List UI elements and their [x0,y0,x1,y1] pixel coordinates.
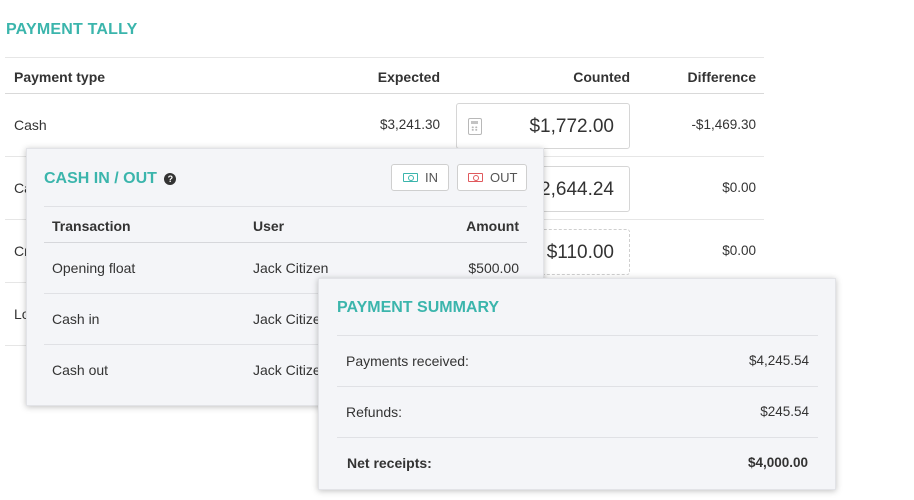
cash-in-label: IN [425,170,438,185]
header-difference: Difference [687,69,756,85]
summary-value: $245.54 [760,404,809,419]
payment-summary-table: Payments received: $4,245.54 Refunds: $2… [337,335,818,489]
counted-value: $110.00 [546,242,614,263]
summary-value: $4,245.54 [748,353,809,368]
counted-value: $1,772.00 [529,116,614,137]
calculator-icon[interactable] [468,118,482,135]
payment-summary-title: PAYMENT SUMMARY [337,299,500,316]
money-in-icon [403,173,418,182]
cash-out-label: OUT [490,170,518,185]
payment-summary-panel: PAYMENT SUMMARY Payments received: $4,24… [318,278,836,490]
transaction-name: Cash in [52,311,100,327]
header-counted: Counted [573,69,630,85]
transaction-amount: $500.00 [468,260,519,276]
summary-value: $4,000.00 [747,455,808,470]
difference-amount: $0.00 [722,180,756,195]
cash-in-out-title: CASH IN / OUT ? [44,170,177,188]
summary-row-refunds: Refunds: $245.54 [337,387,818,438]
cash-out-button[interactable]: OUT [457,164,527,191]
payment-tally-title: PAYMENT TALLY [6,21,138,38]
expected-amount: $3,241.30 [379,117,440,132]
money-out-icon [468,173,483,182]
difference-amount: $0.00 [722,243,756,258]
counted-input-cash[interactable]: $1,772.00 [456,103,630,149]
summary-label: Refunds: [346,404,403,420]
header-payment-type: Payment type [14,69,106,85]
header-user: User [253,218,285,234]
cash-header-row: Transaction User Amount [44,206,527,243]
help-icon[interactable]: ? [164,173,177,185]
difference-amount: -$1,469.30 [691,117,756,132]
transaction-user: Jack Citizen [253,260,329,276]
header-amount: Amount [466,218,519,234]
header-transaction: Transaction [52,218,131,234]
transaction-name: Cash out [52,362,109,378]
transaction-name: Opening float [52,260,136,276]
cash-in-out-title-text: CASH IN / OUT [44,170,157,187]
summary-row-net-receipts: Net receipts: $4,000.00 [337,438,818,489]
payment-type: Cash [14,117,47,133]
header-expected: Expected [377,69,440,85]
cash-in-button[interactable]: IN [391,164,449,191]
summary-label: Net receipts: [347,455,432,471]
summary-label: Payments received: [346,353,469,369]
counted-value: 2,644.24 [540,179,614,200]
summary-row-payments-received: Payments received: $4,245.54 [337,336,818,387]
tally-header-row: Payment type Expected Counted Difference [5,57,764,94]
